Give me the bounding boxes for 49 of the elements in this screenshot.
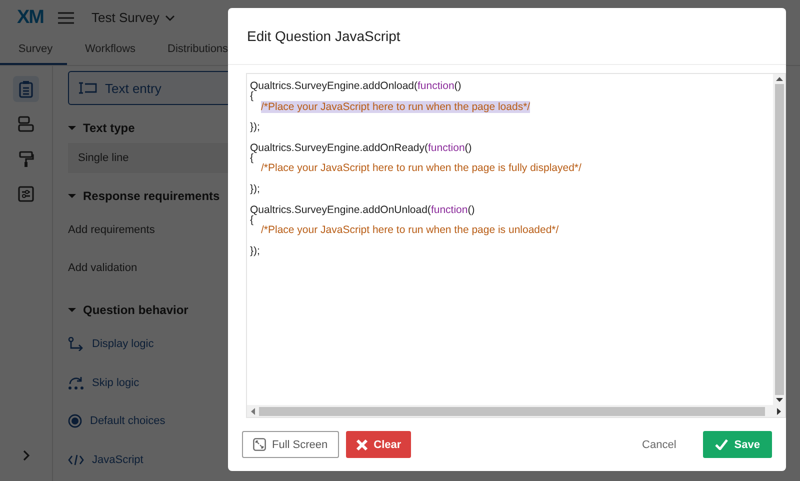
expand-icon xyxy=(253,438,266,451)
chevron-down-icon xyxy=(165,14,176,20)
chevron-right-icon[interactable] xyxy=(22,450,30,461)
full-screen-button[interactable]: Full Screen xyxy=(242,431,339,458)
survey-title-dropdown[interactable]: Test Survey xyxy=(92,10,176,25)
scroll-right-icon[interactable] xyxy=(777,408,781,414)
behavior-link[interactable]: Default choices xyxy=(68,402,166,440)
scroll-up-icon[interactable] xyxy=(776,77,782,81)
code-line: }); xyxy=(250,246,261,256)
code-comment: /*Place your JavaScript here to run when the page loads*/ xyxy=(261,100,530,113)
scrollbar-thumb[interactable] xyxy=(259,406,765,416)
close-icon xyxy=(356,438,368,450)
section-header[interactable]: Response requirements xyxy=(68,181,220,211)
scroll-down-icon[interactable] xyxy=(776,398,782,402)
code-line: { xyxy=(250,214,254,226)
toggle-label: Add requirements xyxy=(68,224,155,236)
behavior-link[interactable]: JavaScript xyxy=(68,440,144,479)
checkmark-icon xyxy=(715,439,728,450)
section-header[interactable]: Text type xyxy=(68,113,135,143)
tab[interactable]: Workflows xyxy=(67,35,150,65)
code-line: { xyxy=(250,91,254,102)
branch-arrow-icon xyxy=(68,337,84,352)
clear-button[interactable]: Clear xyxy=(346,431,412,458)
cancel-button[interactable]: Cancel xyxy=(632,431,686,458)
tab[interactable]: Distributions xyxy=(150,35,242,65)
code-comment: /*Place your JavaScript here to run when the page is unloaded*/ xyxy=(261,224,559,236)
scrollbar-thumb[interactable] xyxy=(774,84,784,395)
menu-icon[interactable] xyxy=(58,12,74,24)
radio-icon xyxy=(68,414,82,428)
caret-down-icon xyxy=(68,192,76,200)
code-line: { xyxy=(250,153,254,164)
save-button[interactable]: Save xyxy=(703,431,772,458)
code-line: }); xyxy=(250,184,261,194)
caret-down-icon xyxy=(68,306,76,314)
behavior-link[interactable]: Display logic xyxy=(68,325,154,364)
scroll-left-icon[interactable] xyxy=(251,408,255,414)
clipboard-icon[interactable] xyxy=(13,76,39,102)
behavior-link[interactable]: Skip logic xyxy=(68,364,140,402)
section-header[interactable]: Question behavior xyxy=(68,295,188,325)
toggle-label: Add validation xyxy=(68,262,138,274)
logo[interactable]: XM xyxy=(17,6,44,28)
code-icon xyxy=(68,454,84,466)
code-line: Qualtrics.SurveyEngine.addOnUnload(function() xyxy=(250,204,476,215)
skip-arrow-icon xyxy=(68,376,84,390)
tab[interactable]: Survey xyxy=(0,35,67,65)
modal-title: Edit Question JavaScript xyxy=(247,28,400,44)
code-line: }); xyxy=(250,122,261,132)
text-entry-icon xyxy=(79,82,97,94)
caret-down-icon xyxy=(68,124,76,132)
